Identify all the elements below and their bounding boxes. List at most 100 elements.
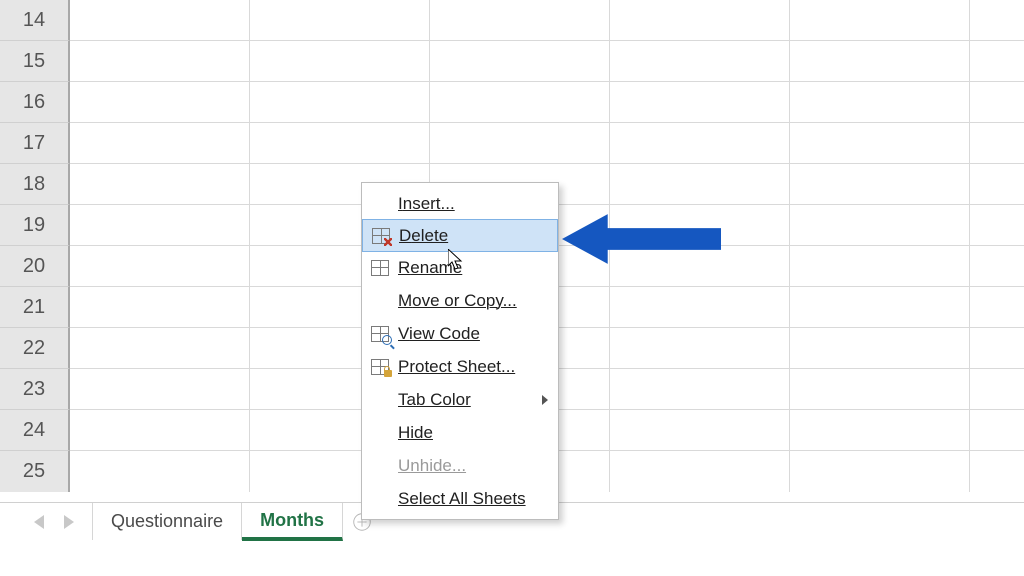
row-header[interactable]: 22: [0, 328, 70, 369]
cell[interactable]: [790, 287, 970, 328]
cell[interactable]: [70, 328, 250, 369]
cell[interactable]: [970, 0, 1024, 41]
row-header[interactable]: 24: [0, 410, 70, 451]
row-header[interactable]: 17: [0, 123, 70, 164]
cell[interactable]: [250, 0, 430, 41]
sheet-tab-months[interactable]: Months: [242, 503, 343, 541]
cell[interactable]: [70, 0, 250, 41]
cell[interactable]: [970, 123, 1024, 164]
cell[interactable]: [790, 410, 970, 451]
cell[interactable]: [70, 451, 250, 492]
cell[interactable]: [790, 164, 970, 205]
menu-item-unhide: Unhide...: [362, 449, 558, 482]
menu-item-protect-sheet[interactable]: Protect Sheet...: [362, 350, 558, 383]
rename-sheet-icon: [362, 251, 398, 284]
delete-sheet-icon: [363, 220, 399, 251]
view-code-icon: [362, 317, 398, 350]
menu-item-select-all-sheets[interactable]: Select All Sheets: [362, 482, 558, 515]
menu-label: Move or Copy...: [398, 291, 558, 311]
cell[interactable]: [430, 0, 610, 41]
row-header[interactable]: 14: [0, 0, 70, 41]
menu-icon-blank: [362, 482, 398, 515]
menu-icon-blank: [362, 383, 398, 416]
row-17[interactable]: 17: [0, 123, 1024, 164]
row-header[interactable]: 25: [0, 451, 70, 492]
cell[interactable]: [610, 0, 790, 41]
cell[interactable]: [790, 0, 970, 41]
cell[interactable]: [790, 369, 970, 410]
cell[interactable]: [250, 123, 430, 164]
cell[interactable]: [970, 369, 1024, 410]
cell[interactable]: [70, 123, 250, 164]
menu-item-delete[interactable]: Delete: [362, 219, 558, 252]
cell[interactable]: [70, 410, 250, 451]
cell[interactable]: [970, 410, 1024, 451]
row-header[interactable]: 23: [0, 369, 70, 410]
cell[interactable]: [610, 328, 790, 369]
cell[interactable]: [970, 328, 1024, 369]
cell[interactable]: [790, 328, 970, 369]
row-header[interactable]: 15: [0, 41, 70, 82]
row-header[interactable]: 16: [0, 82, 70, 123]
row-header[interactable]: 20: [0, 246, 70, 287]
menu-item-hide[interactable]: Hide: [362, 416, 558, 449]
cell[interactable]: [430, 41, 610, 82]
menu-item-insert[interactable]: Insert...: [362, 187, 558, 220]
cell[interactable]: [970, 164, 1024, 205]
cell[interactable]: [70, 287, 250, 328]
cell[interactable]: [250, 41, 430, 82]
sheet-tab-context-menu: Insert... Delete Rename Move or Copy... …: [361, 182, 559, 520]
menu-item-rename[interactable]: Rename: [362, 251, 558, 284]
row-header[interactable]: 21: [0, 287, 70, 328]
cell[interactable]: [70, 369, 250, 410]
prev-sheet-icon[interactable]: [34, 515, 44, 529]
menu-item-view-code[interactable]: View Code: [362, 317, 558, 350]
row-14[interactable]: 14: [0, 0, 1024, 41]
cell[interactable]: [610, 287, 790, 328]
cell[interactable]: [790, 41, 970, 82]
cell[interactable]: [970, 287, 1024, 328]
cell[interactable]: [970, 451, 1024, 492]
cell[interactable]: [610, 451, 790, 492]
cell[interactable]: [610, 164, 790, 205]
cell[interactable]: [70, 82, 250, 123]
cell[interactable]: [790, 451, 970, 492]
row-15[interactable]: 15: [0, 41, 1024, 82]
menu-icon-blank: [362, 449, 398, 482]
menu-label: Unhide...: [398, 456, 558, 476]
menu-label: Tab Color: [398, 390, 558, 410]
sheet-tab-questionnaire[interactable]: Questionnaire: [92, 503, 242, 540]
menu-item-move-or-copy[interactable]: Move or Copy...: [362, 284, 558, 317]
cell[interactable]: [610, 410, 790, 451]
cell[interactable]: [70, 164, 250, 205]
cell[interactable]: [790, 123, 970, 164]
cell[interactable]: [610, 123, 790, 164]
cell[interactable]: [970, 246, 1024, 287]
cell[interactable]: [970, 82, 1024, 123]
menu-label: Rename: [398, 258, 558, 278]
annotation-arrow-icon: [562, 212, 721, 266]
cell[interactable]: [790, 82, 970, 123]
cell[interactable]: [790, 246, 970, 287]
cell[interactable]: [610, 41, 790, 82]
menu-item-tab-color[interactable]: Tab Color: [362, 383, 558, 416]
cell[interactable]: [970, 205, 1024, 246]
cell[interactable]: [970, 41, 1024, 82]
row-16[interactable]: 16: [0, 82, 1024, 123]
menu-icon-blank: [362, 284, 398, 317]
cell[interactable]: [250, 82, 430, 123]
cell[interactable]: [790, 205, 970, 246]
status-bar-area: [0, 540, 1024, 576]
menu-icon-blank: [362, 416, 398, 449]
next-sheet-icon[interactable]: [64, 515, 74, 529]
cell[interactable]: [430, 123, 610, 164]
cell[interactable]: [70, 205, 250, 246]
row-header[interactable]: 19: [0, 205, 70, 246]
cell[interactable]: [610, 369, 790, 410]
cell[interactable]: [430, 82, 610, 123]
cell[interactable]: [610, 82, 790, 123]
row-header[interactable]: 18: [0, 164, 70, 205]
cell[interactable]: [70, 41, 250, 82]
cell[interactable]: [70, 246, 250, 287]
menu-label: Select All Sheets: [398, 489, 558, 509]
